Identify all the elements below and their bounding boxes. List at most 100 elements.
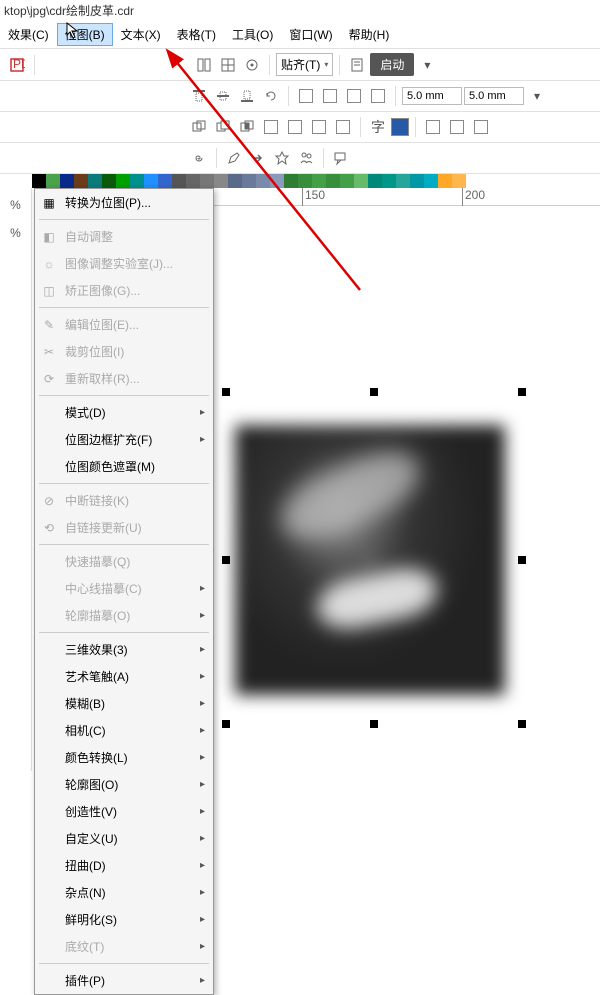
sel-handle[interactable]: [370, 388, 378, 396]
dd-distort[interactable]: 扭曲(D): [35, 852, 213, 879]
color-swatch[interactable]: [186, 174, 200, 188]
color-swatch[interactable]: [354, 174, 368, 188]
boundary-icon[interactable]: [332, 116, 354, 138]
size-a-input[interactable]: [402, 87, 462, 105]
star-icon[interactable]: [271, 147, 293, 169]
color-swatch[interactable]: [382, 174, 396, 188]
simplify-icon[interactable]: [260, 116, 282, 138]
color-swatch[interactable]: [424, 174, 438, 188]
dd-inflate[interactable]: 位图边框扩充(F): [35, 426, 213, 453]
color-swatch[interactable]: [200, 174, 214, 188]
menu-effects[interactable]: 效果(C): [0, 23, 57, 46]
color-swatch[interactable]: [32, 174, 46, 188]
dd-3d[interactable]: 三维效果(3): [35, 636, 213, 663]
color-swatch[interactable]: [116, 174, 130, 188]
dd-art[interactable]: 艺术笔触(A): [35, 663, 213, 690]
layout-icon[interactable]: [193, 54, 215, 76]
extra2-icon[interactable]: [446, 116, 468, 138]
align-bot-icon[interactable]: [236, 85, 258, 107]
weld-icon[interactable]: [188, 116, 210, 138]
front-minus-icon[interactable]: [284, 116, 306, 138]
snap-combo[interactable]: 贴齐(T): [276, 53, 333, 76]
dd-mask[interactable]: 位图颜色遮罩(M): [35, 453, 213, 480]
color-swatch[interactable]: [326, 174, 340, 188]
color-swatch[interactable]: [228, 174, 242, 188]
dd-sharpen[interactable]: 鲜明化(S): [35, 906, 213, 933]
extra1-icon[interactable]: [422, 116, 444, 138]
pdf-icon[interactable]: PDF: [6, 54, 28, 76]
align-top-icon[interactable]: [188, 85, 210, 107]
color-swatch[interactable]: [438, 174, 452, 188]
fill-blue-swatch[interactable]: [391, 118, 409, 136]
color-swatch[interactable]: [130, 174, 144, 188]
sel-handle[interactable]: [518, 720, 526, 728]
sel-handle[interactable]: [222, 388, 230, 396]
dd-noise[interactable]: 杂点(N): [35, 879, 213, 906]
menu-tools[interactable]: 工具(O): [224, 23, 281, 46]
size-b-input[interactable]: [464, 87, 524, 105]
menu-window[interactable]: 窗口(W): [281, 23, 340, 46]
dd-convert-bitmap[interactable]: ▦ 转换为位图(P)...: [35, 189, 213, 216]
color-swatch[interactable]: [256, 174, 270, 188]
options-icon[interactable]: [241, 54, 263, 76]
color-palette[interactable]: [32, 174, 466, 188]
dd-mode[interactable]: 模式(D): [35, 399, 213, 426]
dist-v-icon[interactable]: [319, 85, 341, 107]
menu-text[interactable]: 文本(X): [113, 23, 169, 46]
color-swatch[interactable]: [340, 174, 354, 188]
color-swatch[interactable]: [410, 174, 424, 188]
doc-icon[interactable]: [346, 54, 368, 76]
sel-handle[interactable]: [518, 556, 526, 564]
color-swatch[interactable]: [270, 174, 284, 188]
callout-icon[interactable]: [330, 147, 352, 169]
grid-icon[interactable]: [217, 54, 239, 76]
selected-bitmap[interactable]: ✕: [235, 425, 505, 695]
color-swatch[interactable]: [452, 174, 466, 188]
menu-help[interactable]: 帮助(H): [341, 23, 398, 46]
color-swatch[interactable]: [74, 174, 88, 188]
dd-contour[interactable]: 轮廓图(O): [35, 771, 213, 798]
color-swatch[interactable]: [102, 174, 116, 188]
sel-handle[interactable]: [518, 388, 526, 396]
color-swatch[interactable]: [88, 174, 102, 188]
dist-h-icon[interactable]: [295, 85, 317, 107]
color-swatch[interactable]: [214, 174, 228, 188]
sel-handle[interactable]: [370, 720, 378, 728]
menu-table[interactable]: 表格(T): [169, 23, 224, 46]
intersect-icon[interactable]: [236, 116, 258, 138]
rotate-icon[interactable]: [260, 85, 282, 107]
extra3-icon[interactable]: [470, 116, 492, 138]
dd-creative[interactable]: 创造性(V): [35, 798, 213, 825]
color-swatch[interactable]: [158, 174, 172, 188]
percent2-icon[interactable]: %: [3, 220, 29, 246]
dd-camera[interactable]: 相机(C): [35, 717, 213, 744]
trim-icon[interactable]: [212, 116, 234, 138]
color-swatch[interactable]: [396, 174, 410, 188]
pen-icon[interactable]: [223, 147, 245, 169]
sel-handle[interactable]: [222, 556, 230, 564]
color-swatch[interactable]: [242, 174, 256, 188]
color-swatch[interactable]: [60, 174, 74, 188]
sel-handle[interactable]: [222, 720, 230, 728]
people-icon[interactable]: [295, 147, 317, 169]
dist-space-icon[interactable]: [343, 85, 365, 107]
launch-button[interactable]: 启动: [370, 53, 414, 76]
color-swatch[interactable]: [284, 174, 298, 188]
color-swatch[interactable]: [312, 174, 326, 188]
color-swatch[interactable]: [46, 174, 60, 188]
chevron-down-icon[interactable]: ▾: [526, 85, 548, 107]
color-swatch[interactable]: [298, 174, 312, 188]
color-swatch[interactable]: [144, 174, 158, 188]
text-tool-icon[interactable]: 字: [367, 116, 389, 138]
spiral-icon[interactable]: [188, 147, 210, 169]
arrow-right-icon[interactable]: [247, 147, 269, 169]
dd-custom[interactable]: 自定义(U): [35, 825, 213, 852]
dd-blur[interactable]: 模糊(B): [35, 690, 213, 717]
color-swatch[interactable]: [172, 174, 186, 188]
chevron-down-icon[interactable]: ▾: [416, 54, 438, 76]
percent-icon[interactable]: %: [3, 192, 29, 218]
dd-color-trans[interactable]: 颜色转换(L): [35, 744, 213, 771]
dd-plugins[interactable]: 插件(P): [35, 967, 213, 994]
align-mid-icon[interactable]: [212, 85, 234, 107]
dist-center-icon[interactable]: [367, 85, 389, 107]
